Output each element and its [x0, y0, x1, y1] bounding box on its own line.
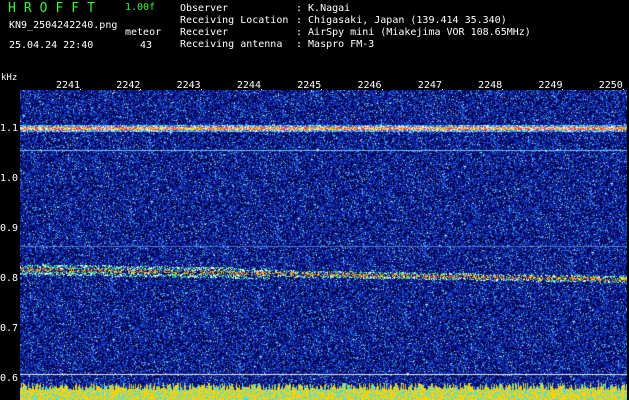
y-tick-label: 1.1	[0, 123, 19, 134]
y-tick-label: 0.7	[0, 323, 19, 334]
spectrogram-plot[interactable]	[20, 90, 627, 400]
y-tick-label: 0.6	[0, 373, 19, 384]
info-value: : AirSpy mini (Miakejima VOR 108.65MHz)	[296, 27, 531, 38]
info-value: : K.Nagai	[296, 3, 351, 14]
version-label: 1.00f	[125, 2, 156, 13]
info-key: Receiver	[180, 27, 229, 38]
y-tick-label: 0.8	[0, 273, 19, 284]
info-row-location: Receiving Location : Chigasaki, Japan (13…	[180, 16, 507, 26]
info-value: : Chigasaki, Japan (139.414 35.340)	[296, 15, 507, 26]
y-tick-label: 1.0	[0, 173, 19, 184]
header-panel: HROFFT 1.00f KN9_2504242240.png meteor 2…	[0, 0, 629, 70]
info-row-receiver: Receiver : AirSpy mini (Miakejima VOR 108…	[180, 28, 531, 38]
app-title: HROFFT	[8, 1, 103, 16]
meteor-count: 43	[140, 40, 153, 51]
info-key: Observer	[180, 3, 229, 14]
info-key: Receiving Location	[180, 15, 289, 26]
meteor-label: meteor	[125, 27, 162, 38]
info-key: Receiving antenna	[180, 39, 283, 50]
y-tick-label: 0.9	[0, 223, 19, 234]
filename-label: KN9_2504242240.png	[9, 20, 118, 31]
info-value: : Maspro FM-3	[296, 39, 375, 50]
y-axis-unit-label: kHz	[1, 73, 18, 83]
datetime-label: 25.04.24 22:40	[9, 40, 94, 51]
info-row-antenna: Receiving antenna : Maspro FM-3	[180, 40, 374, 50]
info-row-observer: Observer : K.Nagai	[180, 4, 350, 14]
